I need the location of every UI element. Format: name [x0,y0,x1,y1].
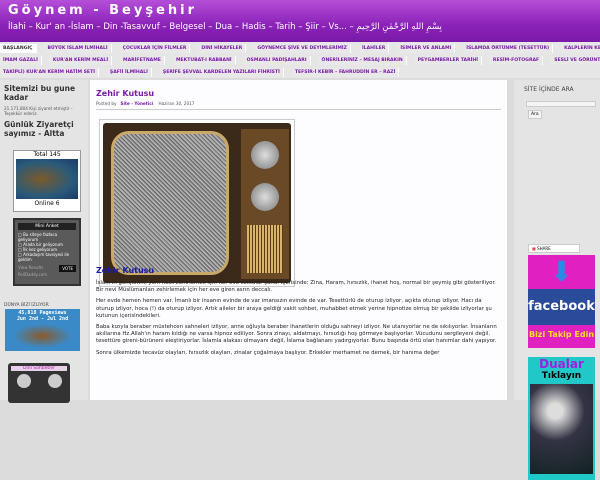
paragraph: Sonra ülkemizde tecavüz olayları, hırsız… [96,349,440,356]
radio-label: Dini Sohbetler [11,366,67,371]
nav-item[interactable]: RESİM-FOTOGRAF [489,56,544,65]
visitor-map[interactable]: Total 145 Online 6 [13,150,81,212]
nav-item[interactable]: ŞERİFE ŞEVVAL KARDELEN YAZILARI FİHRİSTİ [159,68,284,77]
nav-item[interactable]: DİNİ HİKAYELER [198,44,247,53]
knob-icon [251,141,279,169]
site-subtitle: İlahi – Kur' an -İslam – Din -Tasavvuf –… [8,22,442,32]
world-map-image [16,159,78,199]
knob-icon [251,183,279,211]
tiklayin-label: Tıklayın [541,371,582,381]
share-icon: ■ [532,246,536,251]
main-nav: BAŞLANGIÇ BÜYÜK İSLAM İLMİHALİ ÇOCUKLAR İÇ… [0,42,600,78]
vote-button[interactable]: VOTE [59,265,76,272]
site-header: Göynem - Beyşehir İlahi – Kur' an -İslam… [0,0,600,42]
nav-item[interactable]: KALPLERİN KEŞFİ - [561,44,600,53]
daily-title: Günlük Ziyaretçi sayımız - Altta [4,120,74,138]
praying-child-image [530,384,593,474]
cassette-reel-icon [16,374,31,388]
map-total: Total 145 [33,151,61,158]
nav-item[interactable]: İMAM GAZALİ [0,56,42,65]
nav-item[interactable]: İLAHİLER [358,44,390,53]
nav-item[interactable]: ÇOCUKLAR İÇİN FİLMLER [119,44,191,53]
search-input[interactable] [526,101,596,107]
nav-item[interactable]: BAŞLANGIÇ [0,44,37,53]
left-sidebar: Sitemizi bu gune kadar 21.171.804 Kişi z… [0,80,88,403]
dualar-banner[interactable]: Dualar Tıklayın [528,357,595,480]
dualar-label: Dualar [539,357,584,371]
visitors-text: 21.171.804 Kişi ziyaret etmiştir - Teşek… [4,106,73,116]
map-image [13,324,72,348]
nav-item[interactable]: MEKTUBAT-I RABBANİ [172,56,236,65]
search-button[interactable]: Ara [528,110,542,119]
nav-item[interactable]: KUR'AN KERİM MEALİ [49,56,113,65]
search-title: SİTE İÇİNDE ARA [524,86,574,93]
nav-item[interactable]: İSİMLER VE ANLAMI [397,44,456,53]
post-date: Haziran 30, 2017 [158,101,195,106]
follow-label: Bizi Takip Edin [528,330,595,339]
pageviews-dates: Jun 2nd - Jul 2nd [16,316,69,322]
tv-screen [111,131,229,275]
nav-item[interactable]: GÖYNEMCE ŞİVE VE DEYİMLERİMİZ [254,44,351,53]
main-content: Zehir Kutusu Posted by Site - Yönetici H… [90,80,507,400]
post-author[interactable]: Site - Yönetici [120,101,153,106]
poll-option[interactable]: □ Bu siteye fazlaca geliyorum [18,232,76,242]
paragraph: Baba kızıyla beraber müstehcen sahneleri… [96,324,497,345]
paragraph: Her evde hemen hemen var. İmanlı bir ins… [96,298,492,319]
poll-option[interactable]: □ Arkadaşım tavsiyesi ile geldim [18,252,76,262]
arrow-down-icon: ⬇ [549,255,574,288]
pageviews-map[interactable]: 45,818 Pageviews Jun 2nd - Jul 2nd [5,309,80,351]
share-button[interactable]: ■ SHARE [528,244,580,253]
nav-item[interactable]: MARİFETNAME [120,56,165,65]
nav-item[interactable]: PEYGAMBERLER TARİHİ [414,56,482,65]
site-title[interactable]: Göynem - Beyşehir [8,3,197,18]
nav-item[interactable]: ÖNERİLERİNİZ – MESAJ BIRAKIN [318,56,407,65]
nav-item[interactable]: İSLAMDA ÖRTÜNME (TESETTÜR) [463,44,554,53]
visitors-title: Sitemizi bu gune kadar [4,84,76,102]
nav-item[interactable]: TEFSİR-İ KEBİR – FAHRUDDİN ER – RAZİ [291,68,400,77]
poll-brand[interactable]: PollDaddy.com [18,272,76,277]
poll-title: Mini Anket [18,223,76,230]
radio-widget[interactable]: Dini Sohbetler [8,363,70,403]
cassette-reel-icon [47,374,62,388]
post-title[interactable]: Zehir Kutusu [96,89,501,98]
nav-item[interactable]: TAKİPLİ) KUR'AN KERİM HATİM SETİ [0,68,99,77]
post-heading: Zehir Kutusu [96,266,155,275]
nav-item[interactable]: BÜYÜK İSLAM İLMİHALİ [44,44,112,53]
posted-by: Posted by [96,101,117,106]
right-sidebar: SİTE İÇİNDE ARA Ara ■ SHARE ⬇ facebook B… [514,80,600,480]
world-label: DÜNYA BİZİ İZLİYOR [4,303,49,308]
nav-item[interactable]: ŞAFİİ İLMİHALİ [106,68,152,77]
facebook-banner[interactable]: ⬇ facebook Bizi Takip Edin [528,255,595,348]
poll-results-link[interactable]: View Results [18,265,43,272]
paragraph: İslam'ın gençlerini, yeni nesli zehirlem… [96,280,496,294]
facebook-label: facebook [528,289,595,325]
nav-item[interactable]: SESLİ VE GÖRÜNTÜLÜ ( [551,56,600,65]
mini-poll: Mini Anket □ Bu siteye fazlaca geliyorum… [13,218,81,286]
map-online: Online 6 [34,200,60,207]
nav-item[interactable]: OSMANLI PADİŞAHLARI [243,56,311,65]
